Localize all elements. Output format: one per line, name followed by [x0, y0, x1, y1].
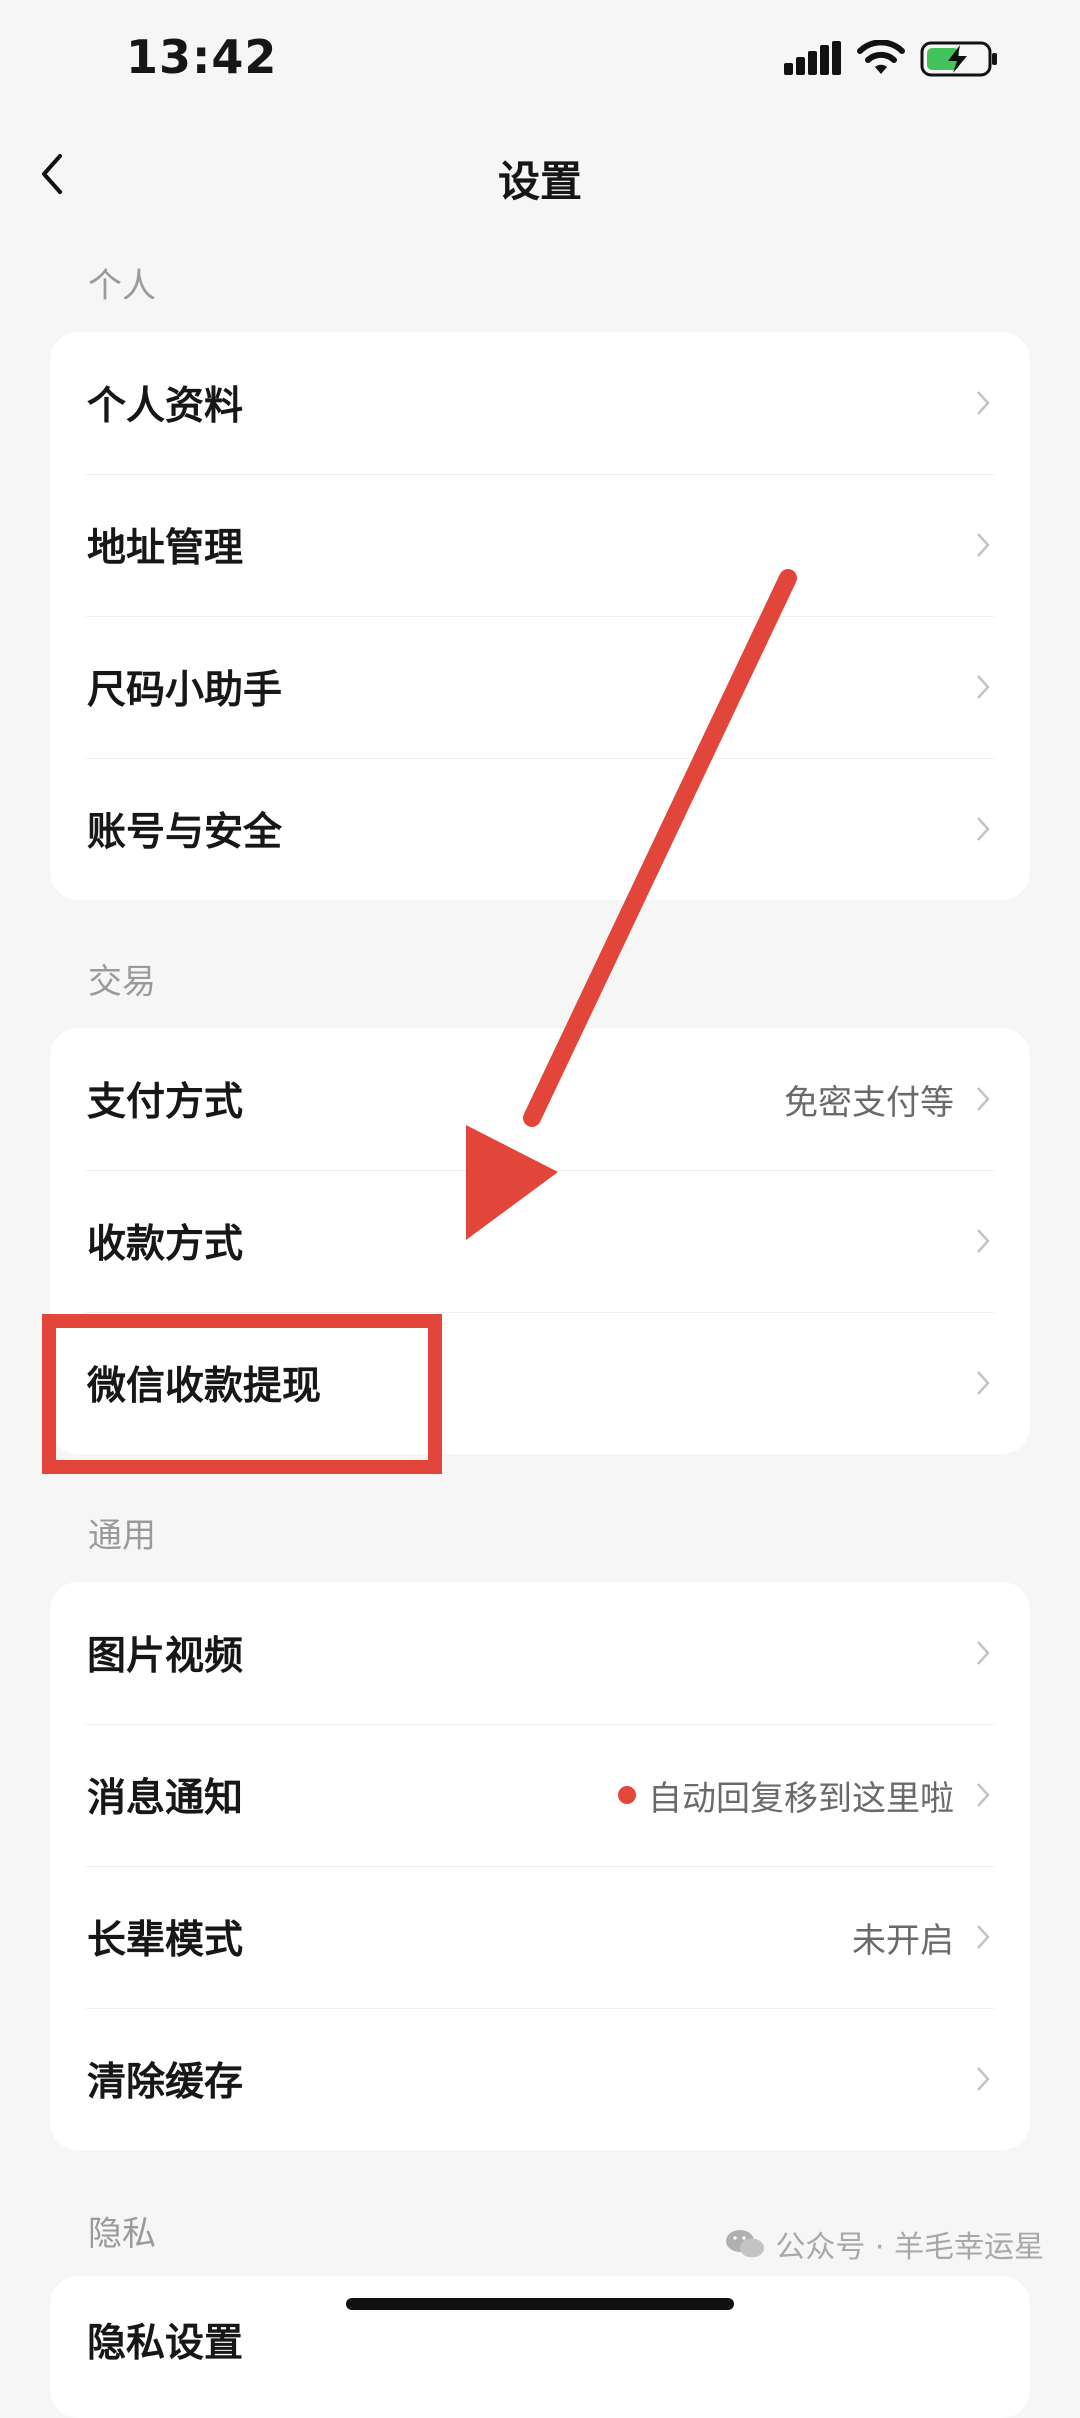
row-label: 账号与安全 — [87, 810, 283, 855]
row-label: 个人资料 — [87, 384, 244, 429]
section-label-general: 通用 — [88, 1516, 156, 1556]
wifi-icon — [857, 40, 905, 74]
row-message-notification[interactable]: 消息通知 自动回复移到这里啦 — [50, 1724, 1030, 1866]
row-image-video[interactable]: 图片视频 — [50, 1582, 1030, 1724]
row-payment-method[interactable]: 支付方式 免密支付等 — [50, 1028, 1030, 1170]
cellular-signal-icon — [784, 41, 841, 75]
row-label: 地址管理 — [87, 526, 244, 571]
row-label: 消息通知 — [87, 1776, 244, 1821]
watermark: 公众号 · 羊毛幸运星 — [725, 2222, 1044, 2266]
section-label-trade: 交易 — [88, 962, 156, 1002]
row-label: 支付方式 — [87, 1080, 244, 1125]
chevron-right-icon — [977, 675, 990, 699]
watermark-text: 公众号 · 羊毛幸运星 — [775, 2230, 1044, 2265]
section-label-privacy: 隐私 — [88, 2214, 156, 2254]
row-address[interactable]: 地址管理 — [50, 474, 1030, 616]
status-time: 13:42 — [126, 30, 278, 84]
row-value: 免密支付等 — [784, 1082, 954, 1123]
row-value: 未开启 — [852, 1920, 954, 1961]
row-size-helper[interactable]: 尺码小助手 — [50, 616, 1030, 758]
chevron-right-icon — [977, 1371, 990, 1395]
nav-bar: 设置 — [0, 130, 1080, 220]
chevron-right-icon — [977, 1783, 990, 1807]
row-clear-cache[interactable]: 清除缓存 — [50, 2008, 1030, 2150]
status-bar: 13:42 — [0, 0, 1080, 130]
card-general: 图片视频 消息通知 自动回复移到这里啦 长辈模式 未开启 清除缓存 — [50, 1582, 1030, 2150]
home-indicator — [346, 2298, 734, 2310]
chevron-right-icon — [977, 1925, 990, 1949]
battery-charging-icon — [920, 41, 997, 77]
row-collection-method[interactable]: 收款方式 — [50, 1170, 1030, 1312]
row-label: 图片视频 — [87, 1634, 244, 1679]
row-label: 长辈模式 — [87, 1918, 244, 1963]
annotation-highlight-box — [42, 1314, 442, 1474]
unread-dot — [618, 1786, 636, 1804]
row-label: 清除缓存 — [87, 2060, 244, 2105]
chevron-right-icon — [977, 2067, 990, 2091]
row-account-security[interactable]: 账号与安全 — [50, 758, 1030, 900]
wechat-icon — [726, 2230, 765, 2258]
row-value: 自动回复移到这里啦 — [648, 1778, 954, 1819]
chevron-right-icon — [977, 533, 990, 557]
status-icons — [784, 40, 1000, 78]
row-label: 隐私设置 — [87, 2321, 244, 2366]
row-profile[interactable]: 个人资料 — [50, 332, 1030, 474]
chevron-right-icon — [977, 1641, 990, 1665]
section-label-personal: 个人 — [88, 266, 156, 306]
row-label: 尺码小助手 — [87, 668, 283, 713]
card-personal: 个人资料 地址管理 尺码小助手 账号与安全 — [50, 332, 1030, 900]
chevron-right-icon — [977, 1229, 990, 1253]
row-elder-mode[interactable]: 长辈模式 未开启 — [50, 1866, 1030, 2008]
chevron-right-icon — [977, 391, 990, 415]
row-label: 收款方式 — [87, 1222, 244, 1267]
chevron-right-icon — [977, 817, 990, 841]
chevron-right-icon — [977, 1087, 990, 1111]
page-title: 设置 — [497, 157, 582, 206]
